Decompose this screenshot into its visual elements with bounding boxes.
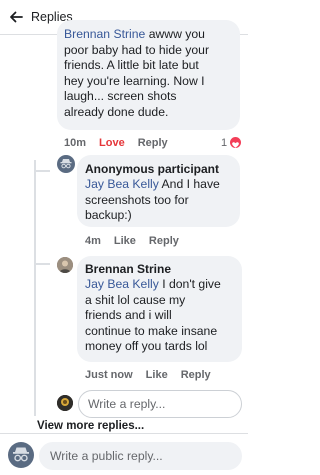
reply-button[interactable]: Reply (149, 235, 179, 247)
mention-link[interactable]: Jay Bea Kelly (85, 177, 159, 191)
user-avatar[interactable] (57, 257, 73, 273)
profile-photo-icon (57, 257, 73, 273)
comment-text: Jay Bea Kelly And I have screenshots too… (85, 177, 220, 223)
reply-button[interactable]: Reply (181, 369, 211, 381)
reply-input-placeholder: Write a reply... (88, 397, 166, 411)
timestamp: Just now (85, 369, 133, 381)
comment-text: Brennan Strine awww you poor baby had to… (64, 27, 210, 119)
incognito-icon (60, 159, 72, 169)
comment-text: Jay Bea Kelly I don't give a shit lol ca… (85, 277, 221, 354)
view-more-replies-link[interactable]: View more replies... (37, 420, 144, 432)
heart-icon (229, 136, 242, 149)
public-reply-placeholder: Write a public reply... (50, 449, 163, 463)
comment-actions: 10m Love Reply (64, 137, 181, 149)
like-button[interactable]: Like (146, 369, 168, 381)
back-arrow-icon[interactable] (8, 9, 24, 25)
mention-link[interactable]: Brennan Strine (64, 27, 145, 41)
thread-line (34, 170, 50, 172)
comment-author[interactable]: Brennan Strine (85, 262, 171, 276)
reply-button[interactable]: Reply (138, 137, 168, 149)
footer-bar: Write a public reply... (0, 433, 248, 475)
my-avatar (57, 395, 73, 411)
reply-input[interactable]: Write a reply... (78, 390, 242, 418)
profile-photo-icon (57, 395, 73, 411)
timestamp: 10m (64, 137, 87, 149)
reaction-count[interactable]: 1 (221, 137, 227, 149)
comment-author[interactable]: Anonymous participant (85, 162, 219, 176)
anonymous-avatar[interactable] (57, 155, 75, 173)
public-reply-input[interactable]: Write a public reply... (39, 442, 242, 470)
timestamp: 4m (85, 235, 101, 247)
love-button[interactable]: Love (99, 137, 125, 149)
thread-line (34, 160, 36, 416)
like-button[interactable]: Like (114, 235, 136, 247)
comment-actions: 4m Like Reply (85, 235, 192, 247)
incognito-icon (13, 447, 29, 462)
comment-actions: Just now Like Reply (85, 369, 224, 381)
thread-line (34, 263, 50, 265)
anonymous-avatar[interactable] (8, 442, 34, 468)
mention-link[interactable]: Jay Bea Kelly (85, 277, 159, 291)
